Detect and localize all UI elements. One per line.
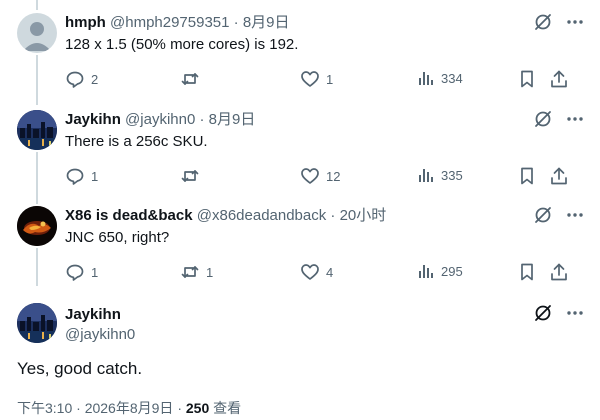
- reply-button[interactable]: 2: [65, 69, 98, 89]
- more-icon[interactable]: [564, 108, 586, 130]
- share-button[interactable]: [549, 166, 569, 186]
- author-handle[interactable]: @x86deadandback: [197, 207, 327, 224]
- views-button[interactable]: 295: [417, 262, 463, 280]
- views-icon: [419, 169, 433, 182]
- bookmark-icon: [521, 167, 533, 185]
- view-count: 295: [441, 263, 463, 279]
- like-icon: [301, 264, 319, 280]
- share-icon: [551, 167, 567, 185]
- avatar[interactable]: [17, 303, 57, 343]
- post-top-actions: [532, 204, 586, 226]
- author-handle[interactable]: @jaykihn0: [65, 325, 135, 345]
- avatar[interactable]: [17, 110, 57, 150]
- like-count: 12: [326, 168, 341, 184]
- views-icon: [419, 265, 433, 278]
- author-name[interactable]: X86 is dead&back: [65, 207, 193, 224]
- action-bar: 1 12 335: [65, 166, 587, 186]
- avatar[interactable]: [17, 13, 57, 53]
- reply-item[interactable]: Jaykihn @jaykihn0 · 8月9日 There is a 256c…: [0, 110, 600, 190]
- reply-icon: [66, 168, 84, 185]
- post-text: Yes, good catch.: [17, 359, 143, 378]
- post-time[interactable]: 8月9日: [243, 14, 290, 31]
- reply-text: 128 x 1.5 (50% more cores) is 192.: [65, 36, 299, 53]
- reply-header: hmph @hmph29759351 · 8月9日: [65, 13, 290, 33]
- grok-icon[interactable]: [532, 302, 554, 324]
- post-time[interactable]: 20小时: [340, 207, 387, 224]
- bookmark-button[interactable]: [517, 262, 537, 282]
- share-icon: [551, 70, 567, 88]
- author-handle[interactable]: @hmph29759351: [110, 14, 230, 31]
- like-count: 4: [326, 264, 334, 280]
- share-button[interactable]: [549, 69, 569, 89]
- reply-count: 1: [91, 264, 99, 280]
- grok-icon[interactable]: [532, 11, 554, 33]
- views-button[interactable]: 335: [417, 166, 463, 184]
- post-top-actions: [532, 108, 586, 130]
- views-button[interactable]: 334: [417, 69, 463, 87]
- action-bar: 1 1 4 295: [65, 262, 587, 282]
- reply-header: X86 is dead&back @x86deadandback · 20小时: [65, 206, 386, 226]
- reply-count: 2: [91, 71, 99, 87]
- bookmark-button[interactable]: [517, 166, 537, 186]
- author-handle[interactable]: @jaykihn0: [125, 111, 195, 128]
- author-name[interactable]: Jaykihn: [65, 305, 121, 325]
- more-icon[interactable]: [564, 302, 586, 324]
- reply-item[interactable]: X86 is dead&back @x86deadandback · 20小时 …: [0, 206, 600, 286]
- more-icon[interactable]: [564, 204, 586, 226]
- views-label: 查看: [213, 400, 242, 416]
- bookmark-icon: [521, 70, 533, 88]
- retweet-icon: [181, 170, 199, 182]
- share-button[interactable]: [549, 262, 569, 282]
- post-top-actions: [532, 302, 586, 324]
- bookmark-icon: [521, 263, 533, 281]
- separator: ·: [76, 400, 81, 416]
- reply-button[interactable]: 1: [65, 166, 98, 186]
- author-name[interactable]: Jaykihn: [65, 111, 121, 128]
- retweet-icon: [181, 266, 199, 278]
- retweet-icon: [181, 73, 199, 85]
- avatar[interactable]: [17, 206, 57, 246]
- view-count: 335: [441, 167, 463, 183]
- reply-header: Jaykihn @jaykihn0 · 8月9日: [65, 110, 255, 130]
- retweet-button[interactable]: [180, 166, 206, 186]
- view-count: 250: [185, 400, 210, 416]
- separator: ·: [233, 14, 239, 31]
- retweet-count: 1: [206, 264, 214, 280]
- author-name[interactable]: hmph: [65, 14, 106, 31]
- thread-line: [36, 0, 38, 10]
- reply-button[interactable]: 1: [65, 262, 98, 282]
- views-icon: [419, 72, 433, 85]
- like-button[interactable]: 4: [300, 262, 333, 282]
- reply-text: JNC 650, right?: [65, 229, 170, 246]
- reply-item[interactable]: hmph @hmph29759351 · 8月9日 128 x 1.5 (50%…: [0, 13, 600, 93]
- action-bar: 2 1 334: [65, 69, 587, 89]
- grok-icon[interactable]: [532, 108, 554, 130]
- grok-icon[interactable]: [532, 204, 554, 226]
- retweet-button[interactable]: [180, 69, 206, 89]
- share-icon: [551, 263, 567, 281]
- post-date[interactable]: 2026年8月9日: [85, 400, 174, 416]
- like-icon: [301, 168, 319, 184]
- bookmark-button[interactable]: [517, 69, 537, 89]
- post-time[interactable]: 8月9日: [209, 111, 256, 128]
- like-count: 1: [326, 71, 334, 87]
- post-top-actions: [532, 11, 586, 33]
- view-count: 334: [441, 70, 463, 86]
- more-icon[interactable]: [564, 11, 586, 33]
- like-icon: [301, 71, 319, 87]
- reply-icon: [66, 264, 84, 281]
- separator: ·: [330, 207, 336, 224]
- retweet-button[interactable]: 1: [180, 262, 213, 282]
- separator: ·: [199, 111, 205, 128]
- reply-icon: [66, 71, 84, 88]
- like-button[interactable]: 12: [300, 166, 340, 186]
- post-meta: 下午3:10 · 2026年8月9日 · 250 查看: [17, 398, 241, 418]
- reply-count: 1: [91, 168, 99, 184]
- like-button[interactable]: 1: [300, 69, 333, 89]
- separator: ·: [177, 400, 182, 416]
- reply-text: There is a 256c SKU.: [65, 133, 208, 150]
- post-time[interactable]: 下午3:10: [17, 400, 72, 416]
